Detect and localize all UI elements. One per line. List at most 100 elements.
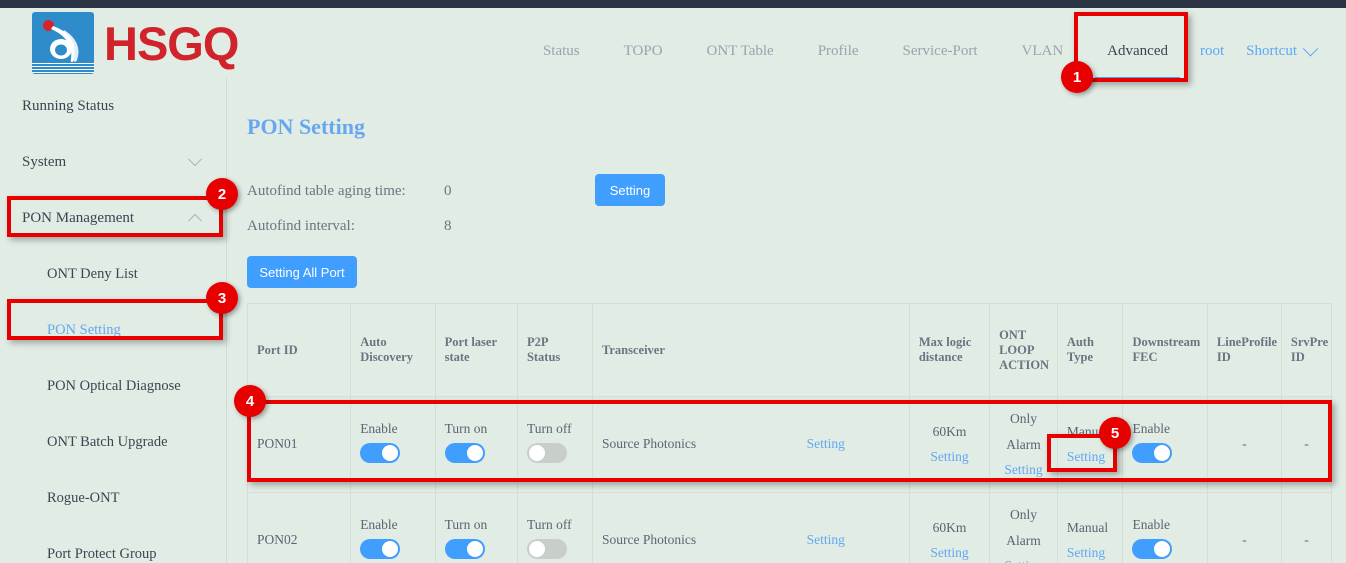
sidebar-label: ONT Batch Upgrade (47, 434, 168, 451)
ont-loop-action-setting-link[interactable]: Setting (999, 457, 1048, 483)
shortcut-label: Shortcut (1246, 43, 1297, 60)
auto-discovery-label: Enable (360, 421, 425, 437)
cell-downstream-fec: Enable (1123, 397, 1207, 493)
sidebar-item-system[interactable]: System (0, 134, 226, 190)
cell-downstream-fec: Enable (1123, 492, 1207, 563)
transceiver-setting-link[interactable]: Setting (807, 532, 845, 548)
sidebar-item-ont-batch-upgrade[interactable]: ONT Batch Upgrade (0, 414, 226, 470)
sidebar-item-port-protect-group[interactable]: Port Protect Group (0, 526, 226, 563)
sidebar-label: PON Setting (47, 322, 121, 339)
cell-line-profile-id: - (1207, 492, 1281, 563)
col-ont-loop-action: ONT LOOP ACTION (990, 304, 1058, 397)
logo-swoosh-icon (40, 22, 86, 64)
sidebar-item-rogue-ont[interactable]: Rogue-ONT (0, 470, 226, 526)
autofind-interval-label: Autofind interval: (247, 218, 355, 235)
port-laser-state-toggle[interactable] (445, 539, 485, 559)
max-logic-distance-setting-link[interactable]: Setting (919, 540, 980, 563)
cell-ont-loop-action: Only Alarm Setting (990, 492, 1058, 563)
cell-auth-type: Manual Setting (1057, 492, 1123, 563)
col-max-logic-distance: Max logic distance (909, 304, 989, 397)
port-laser-state-label: Turn on (445, 421, 508, 437)
auth-type-setting-link[interactable]: Setting (1067, 444, 1114, 470)
app-header: HSGQ Status TOPO ONT Table Profile Servi… (0, 8, 1346, 78)
downstream-fec-label: Enable (1132, 517, 1197, 533)
auth-type-value: Manual (1067, 419, 1114, 445)
autofind-interval-value: 8 (444, 218, 452, 235)
setting-all-port-button[interactable]: Setting All Port (247, 256, 357, 288)
p2p-status-label: Turn off (527, 421, 583, 437)
cell-port-id: PON01 (248, 397, 351, 493)
nav-item-service-port[interactable]: Service-Port (903, 16, 978, 86)
cell-port-laser-state: Turn on (435, 492, 517, 563)
p2p-status-label: Turn off (527, 517, 583, 533)
p2p-status-toggle[interactable] (527, 443, 567, 463)
nav-item-topo[interactable]: TOPO (624, 16, 663, 86)
nav-item-advanced[interactable]: Advanced (1107, 16, 1168, 86)
table-row: PON02 Enable Turn on Turn off Source Pho… (248, 492, 1332, 563)
col-port-id: Port ID (248, 304, 351, 397)
chevron-down-icon (1303, 40, 1319, 56)
setting-button[interactable]: Setting (595, 174, 665, 206)
port-laser-state-toggle[interactable] (445, 443, 485, 463)
downstream-fec-toggle[interactable] (1132, 539, 1172, 559)
col-srv-pre-id: SrvPre ID (1281, 304, 1331, 397)
sidebar-label: PON Management (22, 210, 134, 227)
nav-item-profile[interactable]: Profile (818, 16, 859, 86)
transceiver-text: Source Photonics (602, 532, 696, 548)
sidebar-label: System (22, 154, 66, 171)
col-auth-type: Auth Type (1057, 304, 1123, 397)
p2p-status-toggle[interactable] (527, 539, 567, 559)
sidebar-item-ont-deny-list[interactable]: ONT Deny List (0, 246, 226, 302)
ont-loop-action-value: Only Alarm (999, 502, 1048, 553)
main-navigation: Status TOPO ONT Table Profile Service-Po… (521, 16, 1346, 86)
nav-item-vlan[interactable]: VLAN (1022, 16, 1064, 86)
transceiver-text: Source Photonics (602, 436, 696, 452)
auth-type-setting-link[interactable]: Setting (1067, 540, 1114, 563)
pon-port-table: Port ID Auto Discovery Port laser state … (247, 303, 1332, 563)
user-menu-root[interactable]: root (1200, 43, 1224, 60)
sidebar-label: Rogue-ONT (47, 490, 120, 507)
cell-srv-pre-id: - (1281, 492, 1331, 563)
max-logic-distance-setting-link[interactable]: Setting (919, 444, 980, 470)
cell-transceiver: Source Photonics Setting (592, 492, 909, 563)
brand-name: HSGQ (104, 20, 238, 67)
auto-discovery-toggle[interactable] (360, 539, 400, 559)
cell-auto-discovery: Enable (351, 492, 435, 563)
port-laser-state-label: Turn on (445, 517, 508, 533)
main-content: PON Setting Autofind table aging time: 0… (228, 78, 1346, 563)
col-transceiver: Transceiver (592, 304, 909, 397)
auto-discovery-toggle[interactable] (360, 443, 400, 463)
sidebar-item-pon-setting[interactable]: PON Setting (0, 302, 226, 358)
shortcut-menu[interactable]: Shortcut (1246, 43, 1316, 60)
cell-line-profile-id: - (1207, 397, 1281, 493)
page-title: PON Setting (247, 114, 365, 140)
col-port-laser-state: Port laser state (435, 304, 517, 397)
nav-item-status[interactable]: Status (543, 16, 580, 86)
cell-p2p-status: Turn off (517, 397, 592, 493)
nav-item-ont-table[interactable]: ONT Table (707, 16, 774, 86)
max-logic-distance-value: 60Km (919, 419, 980, 445)
transceiver-setting-link[interactable]: Setting (807, 436, 845, 452)
sidebar-label: Port Protect Group (47, 546, 157, 563)
autofind-aging-time-value: 0 (444, 183, 452, 200)
col-downstream-fec: Downstream FEC (1123, 304, 1207, 397)
sidebar-item-pon-optical-diagnose[interactable]: PON Optical Diagnose (0, 358, 226, 414)
autofind-aging-time-label: Autofind table aging time: (247, 183, 406, 200)
cell-max-logic-distance: 60Km Setting (909, 397, 989, 493)
downstream-fec-toggle[interactable] (1132, 443, 1172, 463)
sidebar-item-running-status[interactable]: Running Status (0, 78, 226, 134)
cell-port-laser-state: Turn on (435, 397, 517, 493)
cell-auth-type: Manual Setting (1057, 397, 1123, 493)
table-row: PON01 Enable Turn on Turn off Source Pho… (248, 397, 1332, 493)
cell-port-id: PON02 (248, 492, 351, 563)
cell-max-logic-distance: 60Km Setting (909, 492, 989, 563)
brand-logo[interactable]: HSGQ (32, 12, 238, 74)
chevron-up-icon (188, 214, 202, 228)
sidebar-item-pon-management[interactable]: PON Management (0, 190, 226, 246)
ont-loop-action-setting-link[interactable]: Setting (999, 553, 1048, 563)
chevron-down-icon (188, 152, 202, 166)
downstream-fec-label: Enable (1132, 421, 1197, 437)
top-accent-bar (0, 0, 1346, 8)
max-logic-distance-value: 60Km (919, 515, 980, 541)
sidebar-navigation: Running Status System PON Management ONT… (0, 78, 227, 563)
